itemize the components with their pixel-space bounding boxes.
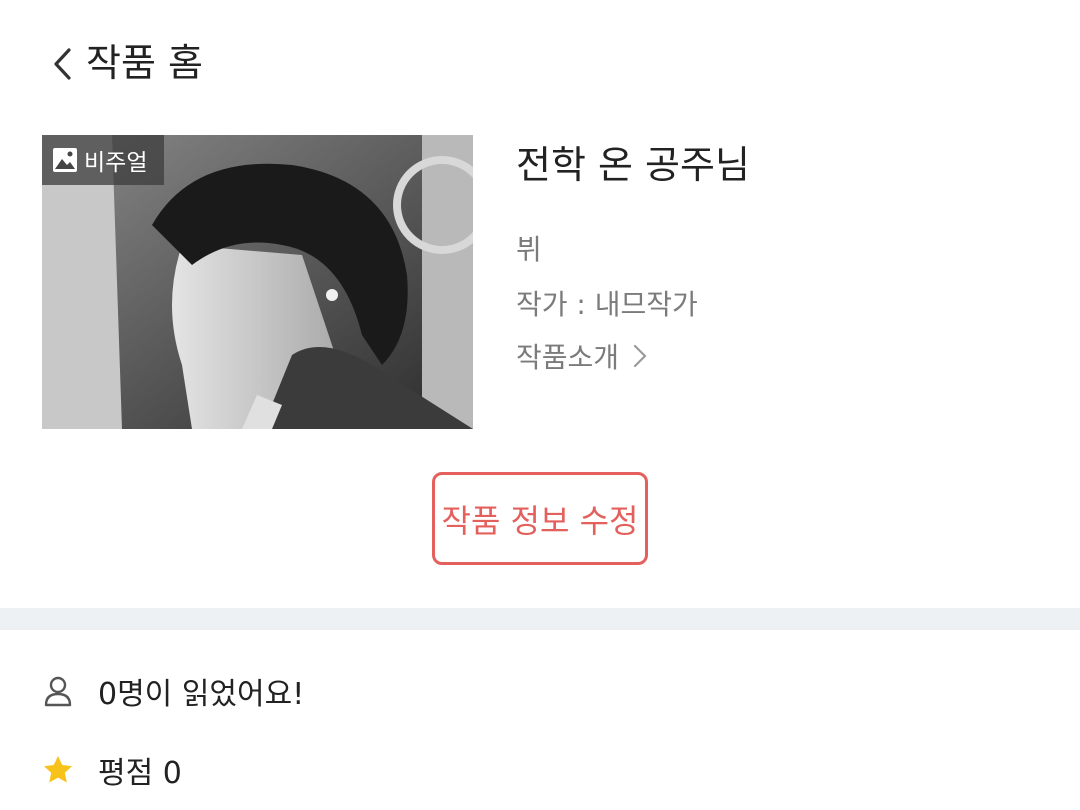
header: 작품 홈 xyxy=(0,0,1080,120)
chevron-left-icon xyxy=(54,48,71,80)
image-icon xyxy=(53,148,77,172)
rating-label: 평점 0 xyxy=(98,756,182,791)
work-title: 전학 온 공주님 xyxy=(516,143,750,187)
character-name: 뷔 xyxy=(516,233,542,266)
section-divider xyxy=(0,608,1080,630)
author-line: 작가 : 내므작가 xyxy=(516,288,698,321)
edit-work-info-button[interactable]: 작품 정보 수정 xyxy=(432,472,648,565)
star-icon xyxy=(44,756,72,783)
page-title: 작품 홈 xyxy=(86,41,203,85)
cover-image[interactable]: 비주얼 xyxy=(42,135,473,429)
work-intro-link[interactable]: 작품소개 xyxy=(516,336,647,376)
readers-count-label: 0명이 읽었어요! xyxy=(98,677,305,712)
visual-badge-label: 비주얼 xyxy=(84,150,148,176)
rating-stat: 평점 0 xyxy=(42,745,182,795)
user-icon xyxy=(44,676,72,707)
work-intro-label: 작품소개 xyxy=(516,341,620,374)
readers-stat: 0명이 읽었어요! xyxy=(42,666,304,716)
back-button[interactable] xyxy=(44,44,80,84)
visual-badge: 비주얼 xyxy=(42,135,164,185)
edit-work-info-label: 작품 정보 수정 xyxy=(441,501,639,540)
chevron-right-icon xyxy=(633,344,647,368)
